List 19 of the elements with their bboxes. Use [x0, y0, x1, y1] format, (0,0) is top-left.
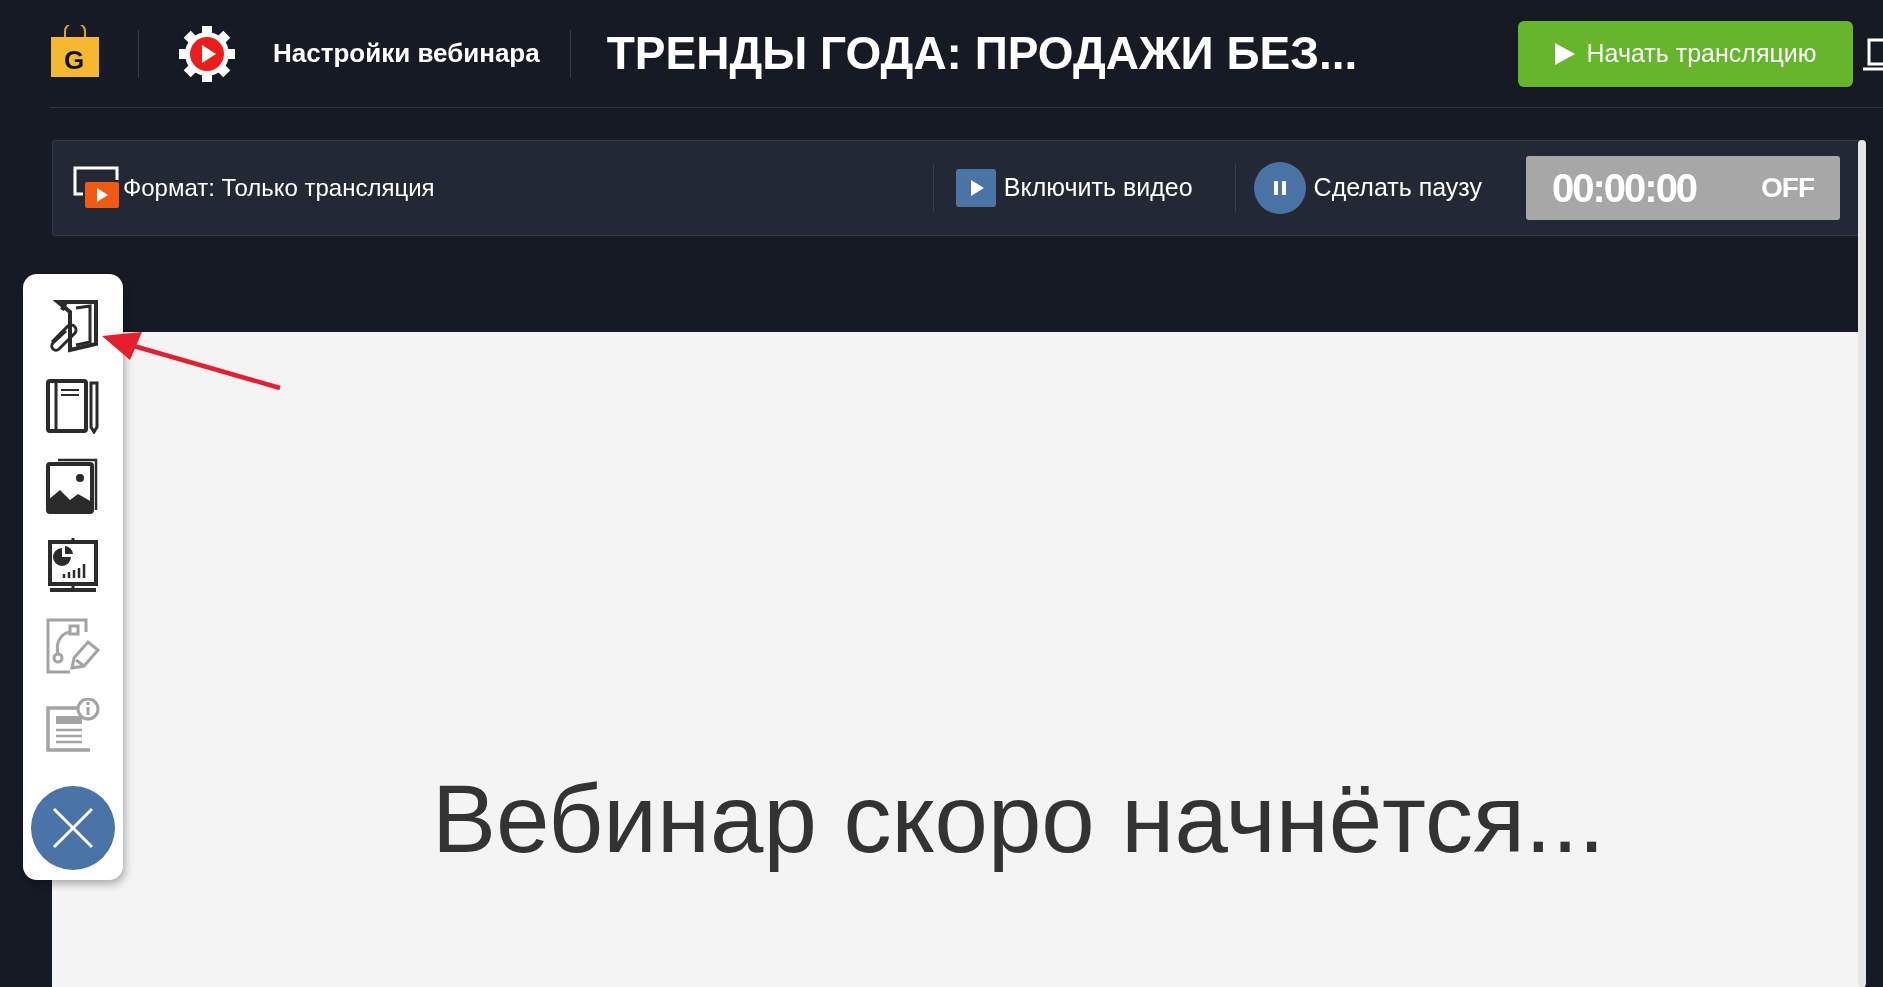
webinar-title: ТРЕНДЫ ГОДА: ПРОДАЖИ БЕЗ...: [606, 26, 1358, 81]
diagram-pencil-icon: [46, 618, 100, 674]
timer-value: 00:00:00: [1552, 165, 1697, 212]
info-document-icon: [46, 698, 100, 754]
pause-button[interactable]: Сделать паузу: [1253, 162, 1482, 214]
image-stack-icon: [46, 458, 100, 514]
broadcast-format-icon: [73, 166, 119, 210]
presentation-board-icon: [46, 538, 100, 594]
stage-message: Вебинар скоро начнётся...: [432, 764, 1605, 874]
video-play-icon: [955, 169, 996, 207]
timer-state: OFF: [1761, 171, 1814, 205]
enable-video-button[interactable]: Включить видео: [955, 169, 1193, 207]
notebook-pencil-icon: [46, 378, 100, 434]
settings-title: Настройки вебинара: [273, 37, 540, 70]
gear-play-icon: [177, 23, 237, 84]
close-icon: [52, 807, 94, 849]
play-icon: [1554, 42, 1575, 65]
pause-icon: [1253, 162, 1306, 214]
format-label: Формат: Только трансляция: [123, 173, 435, 203]
